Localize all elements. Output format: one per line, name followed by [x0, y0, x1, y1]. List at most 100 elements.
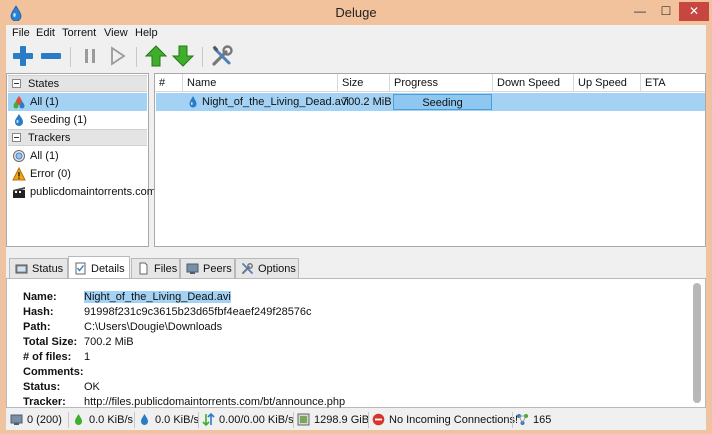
seeding-icon: [15, 114, 23, 126]
collapse-icon[interactable]: [12, 79, 21, 88]
menu-torrent[interactable]: Torrent: [62, 27, 96, 39]
sidebar-item-label: All (1): [30, 150, 59, 162]
menu-help[interactable]: Help: [135, 27, 158, 39]
trackers-header[interactable]: Trackers: [8, 129, 147, 146]
column-header-label: ETA: [645, 77, 666, 89]
details-tabs: Status Details Files Peers Options: [6, 256, 706, 279]
status-download-speed[interactable]: 0.0 KiB/s: [72, 412, 136, 428]
menu-file[interactable]: File: [12, 27, 30, 39]
queue-up-icon[interactable]: [143, 43, 169, 69]
remove-torrent-icon[interactable]: [38, 43, 64, 69]
tab-status[interactable]: Status: [9, 258, 68, 278]
torrent-name: Night_of_the_Living_Dead.avi: [202, 96, 349, 108]
status-incoming-label: No Incoming Connections!: [389, 414, 519, 426]
sidebar-item-tracker-all[interactable]: All (1): [8, 147, 147, 165]
close-button[interactable]: ✕: [679, 2, 709, 21]
status-connections-label: 0 (200): [27, 414, 62, 426]
toolbar-separator: [136, 47, 137, 67]
column-header-down-speed[interactable]: Down Speed: [493, 74, 574, 92]
resume-icon[interactable]: [104, 43, 130, 69]
sidebar-item-tracker-error[interactable]: Error (0): [8, 165, 147, 183]
column-header-label: Down Speed: [497, 77, 560, 89]
status-separator: [512, 412, 513, 428]
filter-sidebar: States All (1) Seeding (1) Trackers All …: [6, 73, 156, 247]
column-header-eta[interactable]: ETA: [641, 74, 705, 92]
menu-view[interactable]: View: [104, 27, 128, 39]
tab-label: Peers: [203, 263, 232, 275]
toolbar: [6, 43, 706, 71]
trackers-all-icon: [13, 150, 25, 162]
detail-label-total-size: Total Size:: [23, 336, 78, 348]
sidebar-item-label: Error (0): [30, 168, 71, 180]
queue-down-icon[interactable]: [170, 43, 196, 69]
detail-value-status[interactable]: OK: [84, 381, 100, 393]
peers-icon: [186, 263, 199, 274]
tab-label: Files: [154, 263, 178, 275]
detail-value-tracker[interactable]: http://files.publicdomaintorrents.com/bt…: [84, 396, 345, 408]
column-header-name[interactable]: Name: [183, 74, 338, 92]
status-connections[interactable]: 0 (200): [10, 412, 70, 428]
pause-icon[interactable]: [77, 43, 103, 69]
options-icon: [242, 263, 253, 274]
states-header[interactable]: States: [8, 75, 147, 92]
upload-speed-icon: [141, 414, 148, 425]
column-header-number[interactable]: #: [155, 74, 183, 92]
status-upload-speed[interactable]: 0.0 KiB/s: [138, 412, 200, 428]
column-header-label: #: [159, 77, 166, 89]
download-speed-icon: [75, 414, 82, 425]
tab-files[interactable]: Files: [131, 258, 180, 278]
sidebar-item-tracker-publicdomaintorrents[interactable]: publicdomaintorrents.com: [8, 183, 156, 201]
column-header-label: Size: [342, 77, 364, 89]
detail-value-name[interactable]: Night_of_the_Living_Dead.avi: [84, 291, 231, 303]
detail-label-hash: Hash:: [23, 306, 54, 318]
detail-label-num-files: # of files:: [23, 351, 72, 363]
detail-label-status: Status:: [23, 381, 61, 393]
status-incoming-connections[interactable]: No Incoming Connections!: [372, 412, 518, 428]
status-dht-nodes[interactable]: 165: [516, 412, 556, 428]
status-separator: [293, 412, 294, 428]
minimize-button[interactable]: —: [627, 2, 653, 21]
no-incoming-connections-icon: [372, 413, 385, 426]
menu-bar: File Edit Torrent View Help: [6, 25, 706, 42]
status-separator: [198, 412, 199, 428]
preferences-icon[interactable]: [209, 43, 235, 69]
states-header-label: States: [28, 78, 60, 90]
toolbar-separator: [70, 47, 71, 67]
sidebar-item-state-seeding[interactable]: Seeding (1): [8, 111, 147, 129]
protocol-traffic-icon: [202, 413, 215, 426]
tab-options[interactable]: Options: [235, 258, 299, 278]
sidebar-item-label: publicdomaintorrents.com: [30, 186, 156, 198]
status-dht-nodes-label: 165: [533, 414, 552, 426]
detail-label-name: Name:: [23, 291, 57, 303]
column-header-up-speed[interactable]: Up Speed: [574, 74, 641, 92]
column-header-progress[interactable]: Progress: [390, 74, 493, 92]
tab-peers[interactable]: Peers: [180, 258, 235, 278]
dht-nodes-icon: [517, 414, 528, 425]
details-panel: Name: Night_of_the_Living_Dead.avi Hash:…: [6, 278, 706, 408]
tab-details[interactable]: Details: [68, 256, 130, 279]
detail-label-tracker: Tracker:: [23, 396, 66, 408]
detail-value-hash[interactable]: 91998f231c9c3615b23d65fbf4eaef249f28576c: [84, 306, 312, 318]
detail-value-num-files[interactable]: 1: [84, 351, 90, 363]
status-free-space[interactable]: 1298.9 GiB: [297, 412, 369, 428]
details-scrollbar[interactable]: [693, 283, 701, 403]
menu-edit[interactable]: Edit: [36, 27, 55, 39]
detail-value-total-size[interactable]: 700.2 MiB: [84, 336, 134, 348]
tracker-favicon-icon: [13, 187, 25, 198]
tab-label: Options: [258, 263, 296, 275]
sidebar-item-state-all[interactable]: All (1): [8, 93, 147, 111]
free-space-icon: [297, 413, 310, 426]
torrent-size: 700.2 MiB: [342, 96, 392, 108]
status-bar: 0 (200) 0.0 KiB/s 0.0 KiB/s 0.00/0.00 Ki…: [6, 409, 706, 430]
maximize-button[interactable]: ☐: [653, 2, 679, 21]
status-icon: [15, 264, 28, 274]
title-bar[interactable]: Deluge — ☐ ✕: [0, 0, 712, 25]
collapse-icon[interactable]: [12, 133, 21, 142]
status-protocol-traffic[interactable]: 0.00/0.00 KiB/s: [202, 412, 294, 428]
column-header-size[interactable]: Size: [338, 74, 390, 92]
torrent-progress-bar: Seeding: [393, 94, 492, 110]
table-row[interactable]: Night_of_the_Living_Dead.avi 700.2 MiB S…: [156, 93, 705, 111]
status-protocol-traffic-label: 0.00/0.00 KiB/s: [219, 414, 294, 426]
detail-value-path[interactable]: C:\Users\Dougie\Downloads: [84, 321, 222, 333]
add-torrent-icon[interactable]: [10, 43, 36, 69]
